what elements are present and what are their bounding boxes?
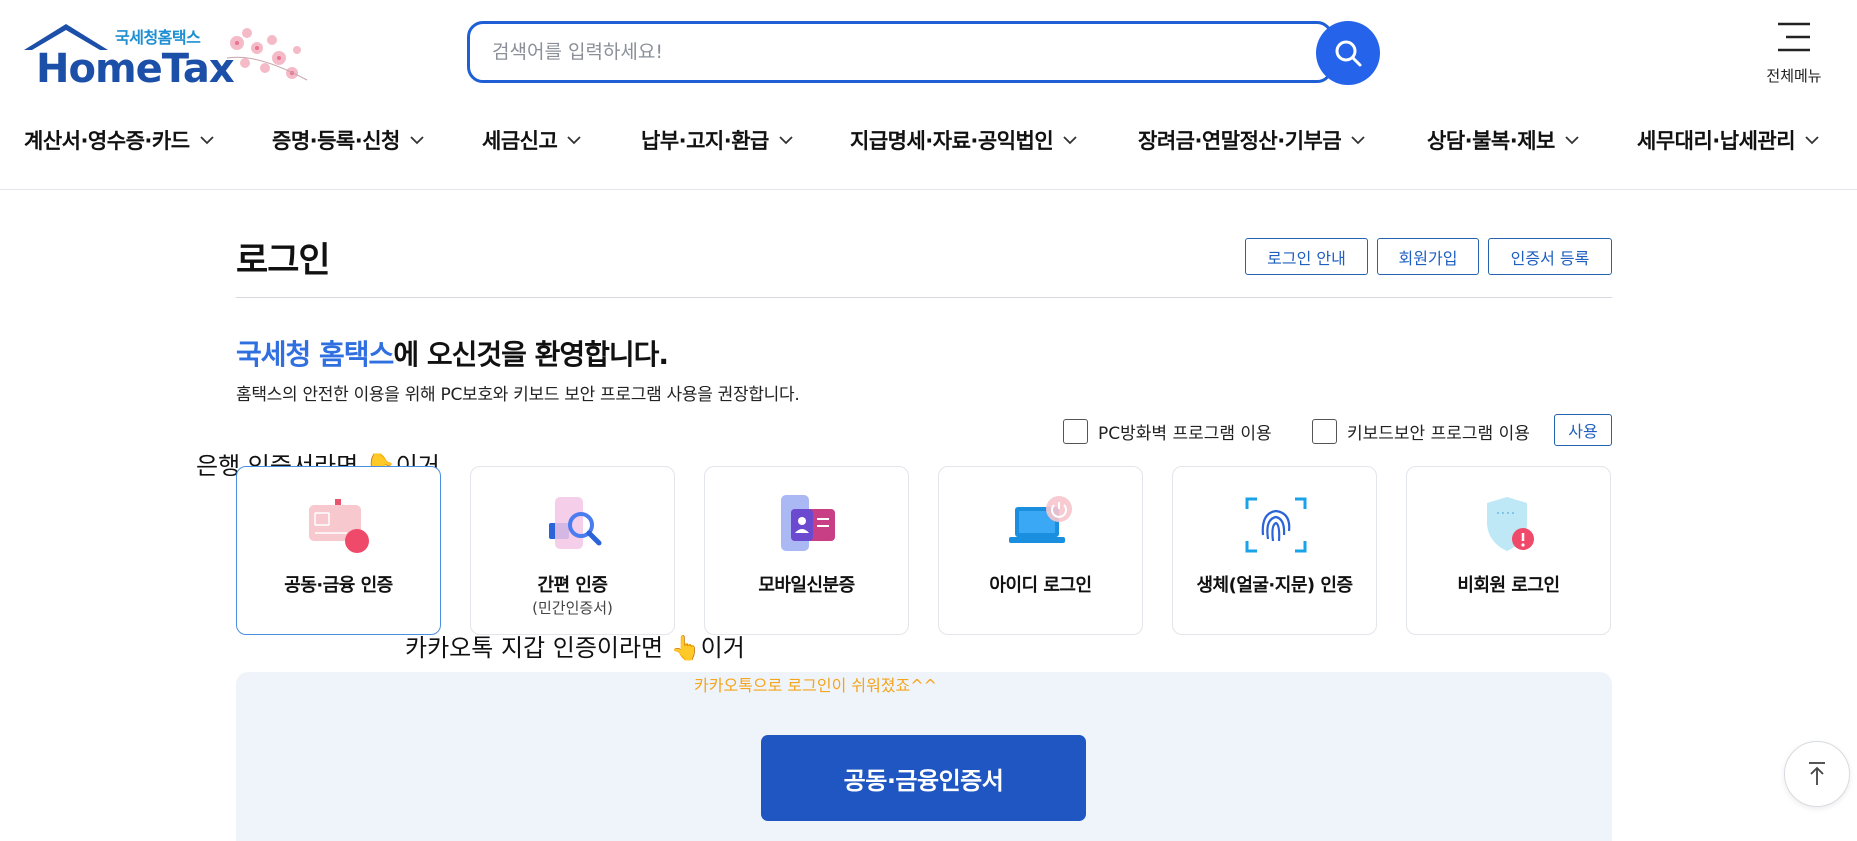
login-method-biometric[interactable]: 생체(얼굴·지문) 인증 [1172,466,1377,635]
search-input[interactable] [492,24,1272,80]
firewall-checkbox[interactable]: PC방화벽 프로그램 이용 [1063,418,1272,444]
card-cert-icon [309,499,369,553]
nav-item-payment[interactable]: 납부·고지·환급 [641,120,793,160]
login-guide-button[interactable]: 로그인 안내 [1245,238,1368,275]
login-method-label: 모바일신분증 [758,575,855,596]
cherry-blossom-icon [226,28,308,81]
firewall-label: PC방화벽 프로그램 이용 [1098,423,1272,444]
nav-item-receipts[interactable]: 계산서·영수증·카드 [24,120,214,160]
kakao-annotation: 카카오톡 지갑 인증이라면 👆이거 [405,634,745,662]
search-box [467,21,1333,83]
chevron-down-icon [410,136,424,145]
welcome-highlight: 국세청 홈택스 [236,338,394,371]
all-menu-label: 전체메뉴 [1766,67,1822,85]
nav-item-consulting[interactable]: 상담·불복·제보 [1427,120,1579,160]
nav-item-label: 세금신고 [482,129,558,153]
hamburger-icon [1778,22,1810,52]
nav-item-label: 납부·고지·환급 [641,129,769,153]
mobile-id-icon [781,495,835,551]
welcome-text: 에 오신것을 환영합니다. [393,338,669,371]
security-notice: 홈택스의 안전한 이용을 위해 PC보호와 키보드 보안 프로그램 사용을 권장… [236,385,800,405]
fingerprint-icon [1245,497,1307,553]
login-method-id-login[interactable]: 아이디 로그인 [938,466,1143,635]
nav-item-certificates[interactable]: 증명·등록·신청 [272,120,424,160]
login-method-sublabel: (민간인증서) [532,599,613,617]
nav-item-label: 계산서·영수증·카드 [24,129,190,153]
header: 국세청홈택스 HomeTax 전체메뉴 [0,0,1857,190]
checkbox-box[interactable] [1063,418,1088,444]
kakao-tooltip: 카카오톡으로 로그인이 쉬워졌죠^^ [694,676,938,695]
login-method-label: 간편 인증 [537,575,608,596]
nav-item-label: 상담·불복·제보 [1427,129,1555,153]
logo-subtitle: 국세청홈택스 [115,28,201,47]
login-method-label: 아이디 로그인 [989,575,1092,596]
chevron-down-icon [567,136,581,145]
hometax-logo[interactable]: 국세청홈택스 HomeTax [22,18,322,92]
magnifier-cert-icon [549,497,602,549]
login-method-label: 생체(얼굴·지문) 인증 [1196,575,1353,596]
scroll-top-button[interactable] [1784,741,1850,807]
chevron-down-icon [199,136,214,145]
search-icon [1335,40,1362,67]
page-title: 로그인 [236,241,331,281]
arrow-up-icon [1809,762,1825,785]
nav-item-incentives[interactable]: 장려금·연말정산·기부금 [1138,120,1365,160]
keyboard-security-checkbox[interactable]: 키보드보안 프로그램 이용 [1312,418,1530,444]
chevron-down-icon [1805,136,1819,145]
logo-wordmark: HomeTax [36,46,235,92]
global-nav: 계산서·영수증·카드 증명·등록·신청 세금신고 납부·고지·환급 지급명세·자… [0,120,1857,160]
nav-item-statements[interactable]: 지급명세·자료·공익법인 [850,120,1077,160]
login-method-label: 비회원 로그인 [1457,575,1560,596]
login-method-mobile-id[interactable]: 모바일신분증 [704,466,909,635]
chevron-down-icon [1351,136,1365,145]
cert-register-button[interactable]: 인증서 등록 [1488,238,1612,275]
title-divider [236,297,1612,298]
shield-icon [1487,497,1534,551]
chevron-down-icon [1565,136,1579,145]
use-button[interactable]: 사용 [1554,414,1612,446]
signup-button[interactable]: 회원가입 [1377,238,1479,275]
keyboard-security-label: 키보드보안 프로그램 이용 [1347,423,1530,444]
login-method-label: 공동·금융 인증 [284,575,393,596]
nav-item-tax-filing[interactable]: 세금신고 [482,120,581,160]
nav-item-tax-agent[interactable]: 세무대리·납세관리 [1637,120,1819,160]
laptop-power-icon [1009,496,1072,543]
search-button[interactable] [1316,21,1380,85]
nav-item-label: 증명·등록·신청 [272,129,400,153]
all-menu-button[interactable]: 전체메뉴 [1758,20,1830,90]
chevron-down-icon [1063,136,1077,145]
login-method-simple-auth[interactable]: 간편 인증 (민간인증서) [470,466,675,635]
nav-item-label: 세무대리·납세관리 [1637,129,1796,153]
login-method-non-member[interactable]: 비회원 로그인 [1406,466,1611,635]
login-method-joint-cert[interactable]: 공동·금융 인증 [236,466,441,635]
checkbox-box[interactable] [1312,418,1337,444]
nav-item-label: 장려금·연말정산·기부금 [1138,129,1342,153]
joint-cert-login-button[interactable]: 공동·금융인증서 [761,735,1086,821]
welcome-heading: 국세청 홈택스에 오신것을 환영합니다. [236,333,669,373]
nav-item-label: 지급명세·자료·공익법인 [850,129,1054,153]
chevron-down-icon [779,136,793,145]
